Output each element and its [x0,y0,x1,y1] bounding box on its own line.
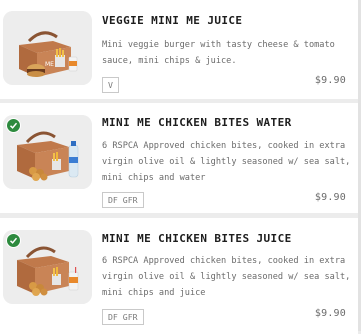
dietary-tags: DF GFR [102,192,144,208]
chicken-bites-water-box-image [3,115,92,189]
svg-text:ME: ME [45,61,54,68]
dietary-tags: V [102,77,119,93]
menu-item-card[interactable]: MINI ME CHICKEN BITES WATER 6 RSPCA Appr… [0,103,358,213]
dietary-tags: DF GFR [102,309,144,325]
menu-item-title: MINI ME CHICKEN BITES WATER [102,116,292,129]
veggie-burger-box-image: ME [3,11,92,85]
menu-item-description: 6 RSPCA Approved chicken bites, cooked i… [102,141,351,183]
menu-item-card[interactable]: ME VEGGIE MINI ME JUICE Mini veggie burg… [0,0,358,99]
chicken-bites-juice-box-image [3,230,92,304]
menu-item-price: $9.90 [314,75,346,86]
menu-item-title: VEGGIE MINI ME JUICE [102,14,243,27]
menu-item-title: MINI ME CHICKEN BITES JUICE [102,232,292,245]
menu-item-price: $9.90 [314,308,346,319]
menu-item-description: Mini veggie burger with tasty cheese & t… [102,40,335,66]
menu-item-price: $9.90 [314,192,346,203]
menu-item-description: 6 RSPCA Approved chicken bites, cooked i… [102,256,351,298]
menu-item-card[interactable]: MINI ME CHICKEN BITES JUICE 6 RSPCA Appr… [0,218,358,334]
checkmark-icon [6,118,21,133]
checkmark-icon [6,233,21,248]
